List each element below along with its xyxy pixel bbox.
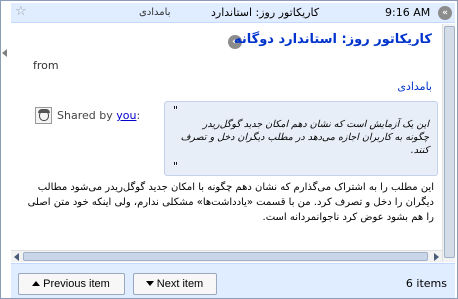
from-label: from bbox=[33, 59, 59, 72]
item-body-text: این مطلب را به اشتراک می‌گذارم که نشان د… bbox=[27, 182, 434, 223]
horizontal-scroll-thumb[interactable] bbox=[23, 252, 428, 261]
quote-open-mark: " bbox=[173, 104, 179, 117]
previous-item-label: Previous item bbox=[43, 278, 110, 290]
header-source: بامدادی bbox=[139, 7, 171, 18]
collapse-left-icon[interactable] bbox=[2, 49, 7, 57]
scroll-left-icon[interactable] bbox=[14, 253, 19, 261]
star-icon[interactable]: ☆ bbox=[15, 5, 27, 19]
shared-by-label: Shared by bbox=[57, 109, 113, 122]
vertical-scrollbar[interactable] bbox=[442, 24, 455, 262]
navigation-footer: Previous item Next item 6 items bbox=[11, 263, 455, 298]
shared-note-box: " این یک آزمایش است که نشان دهم امکان جد… bbox=[164, 101, 438, 176]
quote-close-mark: " bbox=[173, 160, 179, 173]
scroll-right-icon[interactable] bbox=[434, 253, 439, 261]
shared-by-user-link[interactable]: you bbox=[116, 109, 136, 122]
next-item-button[interactable]: Next item bbox=[133, 273, 217, 295]
triangle-up-icon bbox=[32, 281, 41, 286]
item-count: 6 items bbox=[405, 277, 447, 290]
author-link[interactable]: بامدادی bbox=[397, 80, 432, 93]
item-title-link[interactable]: کاریکاتور روز: استاندارد دوگانه bbox=[234, 32, 432, 47]
reader-gadget: ☆ بامدادی کاریکاتور روز: استاندارد 9:16 … bbox=[0, 0, 458, 299]
next-item-label: Next item bbox=[156, 278, 204, 290]
user-avatar-icon bbox=[35, 107, 52, 124]
previous-item-button[interactable]: Previous item bbox=[18, 273, 125, 295]
header-time: 9:16 AM bbox=[385, 6, 431, 19]
triangle-down-icon bbox=[145, 281, 154, 286]
horizontal-scrollbar[interactable] bbox=[11, 250, 442, 262]
shared-by-line: Shared by you: bbox=[57, 109, 140, 122]
header-title[interactable]: کاریکاتور روز: استاندارد bbox=[211, 6, 319, 19]
shared-note-text: این یک آزمایش است که نشان دهم امکان جدید… bbox=[180, 119, 429, 156]
item-content: « کاریکاتور روز: استاندارد دوگانه from ب… bbox=[11, 24, 442, 250]
item-header[interactable]: ☆ بامدادی کاریکاتور روز: استاندارد 9:16 … bbox=[11, 3, 455, 23]
shared-by-colon: : bbox=[136, 109, 141, 122]
vertical-scroll-thumb[interactable] bbox=[444, 26, 455, 258]
circle-arrow-icon[interactable]: « bbox=[438, 6, 452, 20]
